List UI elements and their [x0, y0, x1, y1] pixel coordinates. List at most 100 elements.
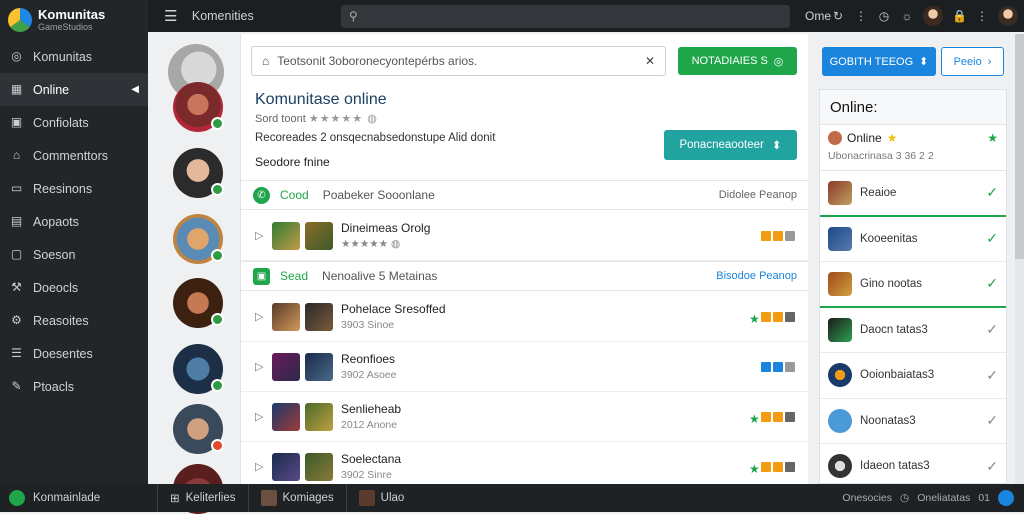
- online-item[interactable]: Noonatas3 ✓: [820, 399, 1006, 444]
- sidebar-item-ptoacls[interactable]: ✎ Ptoacls: [0, 370, 148, 403]
- sidebar-item-aopaots[interactable]: ▤ Aopaots: [0, 205, 148, 238]
- tool-icon: ⚒: [11, 280, 22, 294]
- close-icon[interactable]: ✕: [645, 54, 655, 68]
- profile-avatar[interactable]: [998, 6, 1019, 26]
- bottom-bar: Konmainlade ⊞ Keliterlies Komiages Ulao O…: [0, 484, 1024, 512]
- online-item[interactable]: Reaioe ✓: [820, 171, 1006, 217]
- collapse-arrow-icon[interactable]: ◀: [131, 84, 139, 95]
- list-icon: ☰: [11, 346, 22, 360]
- mode-label[interactable]: Ome: [805, 9, 831, 23]
- menu-icon[interactable]: ☰: [164, 7, 186, 25]
- check-icon: ✓: [986, 412, 998, 429]
- globe-icon[interactable]: [998, 490, 1014, 506]
- online-item[interactable]: Kooeenitas ✓: [820, 217, 1006, 262]
- row-title: Dineimeas Orolg: [341, 221, 431, 235]
- list-item[interactable]: ▷ Soelectana 3902 Sinre ★: [241, 442, 808, 484]
- avatar[interactable]: [173, 82, 224, 132]
- sidebar-item-label: Komunitas: [33, 49, 93, 64]
- outline-button[interactable]: Peeio ›: [941, 47, 1004, 76]
- bottom-tab[interactable]: ⊞ Keliterlies: [157, 484, 248, 512]
- list-item[interactable]: ▷ Dineimeas Orolg ★★★★★ ◍: [241, 211, 808, 261]
- sidebar-item-confiolats[interactable]: ▣ Confiolats: [0, 106, 148, 139]
- avatar[interactable]: [173, 148, 224, 198]
- search-input[interactable]: ⌂ Teotsonit 3oboronecyontepérbs arios. ✕: [251, 46, 666, 76]
- sidebar-item-doesentes[interactable]: ☰ Doesentes: [0, 337, 148, 370]
- online-item[interactable]: Idaeon tatas3 ✓: [820, 444, 1006, 490]
- thumbnail: [305, 402, 333, 431]
- grid-icon: ▦: [10, 82, 23, 96]
- item-label: Idaeon tatas3: [860, 460, 930, 473]
- list-item[interactable]: ▷ Reonfioes 3902 Asoee: [241, 342, 808, 392]
- sidebar-item-commenttors[interactable]: ⌂ Commenttors: [0, 139, 148, 172]
- clock-icon[interactable]: ◷: [877, 9, 891, 23]
- section-header[interactable]: ▣ Sead Nenoalive 5 Metainas Bisodoe Pean…: [241, 261, 808, 291]
- section-name: Nenoalive 5 Metainas: [322, 269, 438, 283]
- sort-icon: ⬍: [919, 56, 929, 68]
- scrollbar-thumb[interactable]: [1015, 34, 1024, 259]
- section-link[interactable]: Bisodoe Peanop: [716, 270, 797, 282]
- row-stars: ★★★★★ ◍: [341, 238, 401, 250]
- app-logo[interactable]: Komunitas GameStudios: [0, 0, 148, 40]
- sidebar-item-online[interactable]: ▦ Online ◀: [0, 73, 148, 106]
- lock-icon[interactable]: 🔒: [952, 9, 967, 23]
- online-item[interactable]: Daocn tatas3 ✓: [820, 308, 1006, 353]
- monitor-icon: ▭: [10, 181, 23, 195]
- item-label: Gino nootas: [860, 277, 923, 290]
- home-icon: ⌂: [12, 148, 21, 162]
- refresh-icon[interactable]: ↻: [831, 9, 845, 23]
- list-item[interactable]: ▷ Senlieheab 2012 Anone ★: [241, 392, 808, 442]
- avatar: [260, 490, 277, 506]
- teal-action-button[interactable]: Ponacneaooteer ⬍: [664, 130, 797, 160]
- sidebar-item-label: Online: [33, 82, 70, 97]
- bottom-tab-label: Ulao: [380, 492, 405, 504]
- app-title: Komunitas: [38, 7, 106, 22]
- sidebar-item-label: Doeocls: [33, 280, 79, 295]
- online-item[interactable]: Ooionbaiatas3 ✓: [820, 353, 1006, 399]
- status-text: Onesocies: [842, 492, 893, 504]
- row-title: Soelectana: [341, 452, 402, 466]
- compass-icon: ◎: [11, 49, 22, 63]
- sidebar-item-doeocls[interactable]: ⚒ Doeocls: [0, 271, 148, 304]
- row-meta: 3903 Sinoe: [341, 319, 395, 331]
- blue-action-button[interactable]: GOBITH TEEOG ⬍: [822, 47, 936, 76]
- avatar[interactable]: [173, 214, 224, 264]
- game-icon: [828, 408, 852, 433]
- more-icon[interactable]: ⋮: [975, 9, 989, 23]
- top-search-input[interactable]: ⚲: [340, 4, 790, 28]
- primary-action-button[interactable]: NOTADIAIES S ◎: [678, 47, 797, 75]
- bottom-tab[interactable]: Ulao: [345, 484, 417, 512]
- game-icon: [828, 363, 852, 388]
- user-avatar[interactable]: [923, 6, 944, 26]
- online-panel: Online: Online ★ ★ Ubonacrinasa 3 36 2 2 R…: [819, 89, 1007, 490]
- thumbnail: [305, 452, 333, 481]
- status-badge: [761, 361, 795, 372]
- description: Recoreades 2 onsqecnabsedonstupe Alid do…: [255, 132, 496, 144]
- user-meta: Ubonacrinasa 3 36 2 2: [828, 150, 934, 162]
- current-user[interactable]: Online ★ ★ Ubonacrinasa 3 36 2 2: [820, 125, 1006, 171]
- scrollbar[interactable]: [1015, 34, 1024, 484]
- online-item[interactable]: Gino nootas ✓: [820, 262, 1006, 308]
- section-link[interactable]: Didolee Peanop: [719, 189, 797, 201]
- more-icon[interactable]: ⋮: [854, 9, 868, 23]
- section-header[interactable]: ✆ Cood Poabeker Sooonlane Didolee Peanop: [241, 180, 808, 210]
- game-icon: [828, 226, 852, 251]
- avatar[interactable]: [173, 278, 224, 328]
- sidebar-item-reasoites[interactable]: ⚙ Reasoites: [0, 304, 148, 337]
- sidebar: Komunitas GameStudios ◎ Komunitas ▦ Online…: [0, 0, 148, 484]
- top-title: Komenities: [191, 9, 254, 23]
- list-item[interactable]: ▷ Pohelace Sresoffed 3903 Sinoe ★: [241, 292, 808, 342]
- sort-icon: ⬍: [771, 140, 782, 152]
- avatar[interactable]: [173, 344, 224, 394]
- button-label: Peeio: [953, 55, 982, 68]
- sun-icon[interactable]: ☼: [900, 9, 914, 23]
- status-badge: ★: [749, 311, 795, 326]
- box-icon: ▤: [10, 214, 23, 228]
- bottom-brand[interactable]: Konmainlade: [33, 492, 157, 504]
- game-icon: [828, 271, 852, 296]
- sidebar-item-reesinons[interactable]: ▭ Reesinons: [0, 172, 148, 205]
- status-badge: [761, 230, 795, 241]
- sidebar-item-komunitas[interactable]: ◎ Komunitas: [0, 40, 148, 73]
- bottom-tab[interactable]: Komiages: [247, 484, 346, 512]
- sidebar-item-soeson[interactable]: ▢ Soeson: [0, 238, 148, 271]
- avatar[interactable]: [173, 404, 224, 454]
